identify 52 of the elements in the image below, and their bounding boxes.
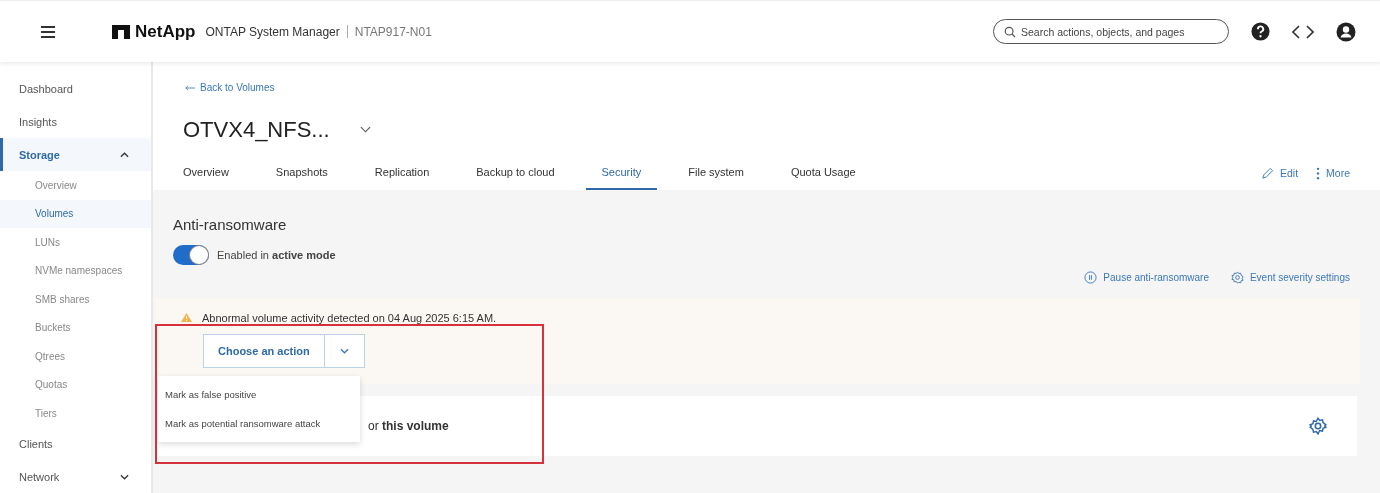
sidebar-item[interactable]: Insights	[0, 105, 151, 138]
tab[interactable]: Quota Usage	[790, 156, 856, 190]
sidebar-subitem[interactable]: Buckets	[0, 313, 151, 342]
cluster-name: NTAP917-N01	[354, 24, 432, 39]
volume-title: OTVX4_NFS...	[183, 116, 330, 143]
back-link[interactable]: Back to Volumes	[185, 82, 275, 93]
sidebar-subitem[interactable]: Volumes	[0, 199, 151, 228]
settings-icon	[1230, 270, 1244, 284]
menu-icon[interactable]	[40, 24, 56, 39]
sidebar-item[interactable]: Dashboard	[0, 72, 151, 105]
user-icon[interactable]	[1336, 21, 1356, 42]
choose-action-button[interactable]: Choose an action	[203, 333, 325, 368]
sidebar-item[interactable]: Storage	[0, 138, 151, 171]
section-heading: Anti-ransomware	[173, 215, 288, 233]
chevron-icon[interactable]	[359, 126, 371, 133]
logo-icon	[112, 24, 130, 39]
brand-name: NetApp	[135, 21, 196, 42]
warning-icon	[180, 312, 193, 323]
tab[interactable]: File system	[688, 156, 744, 190]
sidebar-item[interactable]: Clients	[0, 427, 151, 461]
sidebar-subitem[interactable]: Overview	[0, 171, 151, 200]
help-icon[interactable]	[1251, 22, 1270, 41]
product-name: ONTAP System Manager	[205, 24, 340, 39]
caret-icon	[339, 347, 349, 354]
search-field[interactable]: Search actions, objects, and pages	[993, 19, 1229, 44]
sidebar-subitem[interactable]: Quotas	[0, 370, 151, 399]
tab[interactable]: Overview	[183, 156, 229, 190]
pause-icon	[1084, 270, 1098, 284]
pause-link[interactable]: Pause anti-ransomware	[1084, 270, 1209, 284]
more-button[interactable]: More	[1316, 166, 1350, 180]
card-title: or this volume	[368, 418, 449, 433]
pencil-icon	[1260, 166, 1274, 180]
menu-item[interactable]: Mark as potential ransomware attack	[158, 408, 360, 438]
sidebar-subitem[interactable]: Tiers	[0, 399, 151, 428]
settings-icon[interactable]	[1309, 416, 1327, 435]
menu-item[interactable]: Mark as false positive	[158, 379, 360, 409]
tab[interactable]: Backup to cloud	[476, 156, 555, 190]
tab[interactable]: Snapshots	[275, 156, 328, 190]
sidebar-subitem[interactable]: LUNs	[0, 228, 151, 257]
toggle-label: Enabled in active mode	[217, 248, 336, 261]
code-icon[interactable]	[1292, 23, 1314, 40]
edit-button[interactable]: Edit	[1260, 166, 1299, 180]
more-icon	[1316, 166, 1321, 180]
sidebar-subitem[interactable]: Qtrees	[0, 342, 151, 371]
arrow-left-icon	[185, 84, 195, 91]
sidebar-item[interactable]: Network	[0, 460, 151, 493]
alert-message: Abnormal volume activity detected on 04 Aug 2025 6:15 AM.	[202, 311, 497, 324]
toggle-switch[interactable]	[173, 244, 209, 265]
settings-link[interactable]: Event severity settings	[1230, 270, 1350, 284]
sidebar-subitem[interactable]: NVMe namespaces	[0, 256, 151, 285]
sidebar-subitem[interactable]: SMB shares	[0, 285, 151, 314]
tab[interactable]: Replication	[374, 156, 430, 190]
